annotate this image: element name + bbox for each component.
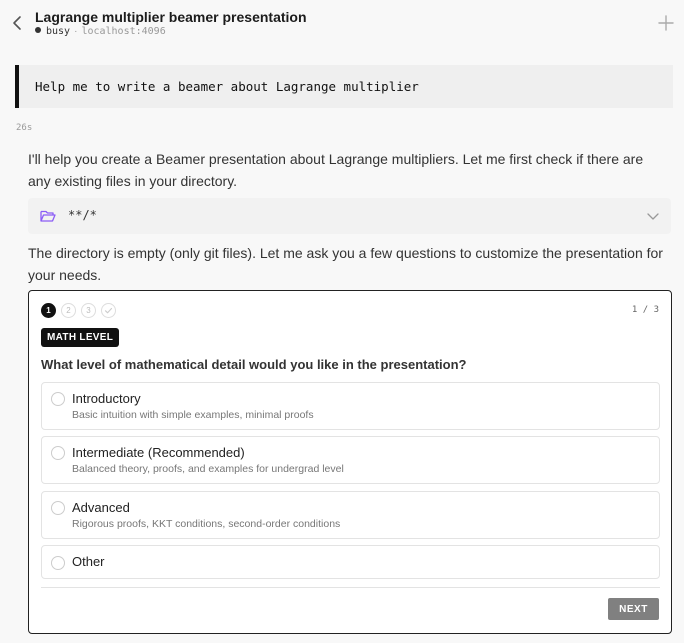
option-other[interactable]: Other <box>41 545 660 579</box>
radio-button[interactable] <box>51 501 65 515</box>
radio-button[interactable] <box>51 392 65 406</box>
radio-button[interactable] <box>51 446 65 460</box>
option-label: Intermediate (Recommended) <box>72 445 245 460</box>
host-label: localhost:4096 <box>81 26 166 37</box>
next-button[interactable]: NEXT <box>608 598 659 620</box>
option-label: Other <box>72 554 105 569</box>
status-text: busy <box>46 26 71 37</box>
assistant-message: I'll help you create a Beamer presentati… <box>28 151 644 189</box>
check-icon <box>104 307 113 314</box>
option-advanced[interactable]: Advanced Rigorous proofs, KKT conditions… <box>41 491 660 539</box>
glob-tool-call[interactable]: **/* <box>28 198 671 234</box>
session-status: busy · localhost:4096 <box>35 26 166 37</box>
user-prompt-text: Help me to write a beamer about Lagrange… <box>35 79 419 94</box>
chevron-down-icon[interactable] <box>647 210 659 222</box>
radio-button[interactable] <box>51 556 65 570</box>
question-card: 1 2 3 1 / 3 MATH LEVEL What level of mat… <box>28 290 672 634</box>
plus-icon[interactable] <box>658 15 674 31</box>
option-description: Rigorous proofs, KKT conditions, second-… <box>72 518 341 530</box>
option-introductory[interactable]: Introductory Basic intuition with simple… <box>41 382 660 430</box>
question-counter: 1 / 3 <box>631 305 659 315</box>
option-label: Introductory <box>72 391 141 406</box>
folder-open-icon <box>40 210 56 222</box>
status-separator: · <box>74 26 78 37</box>
step-indicator-3[interactable]: 3 <box>81 303 96 318</box>
question-category-badge: MATH LEVEL <box>41 328 120 347</box>
header: Lagrange multiplier beamer presentation … <box>0 0 684 48</box>
user-prompt: Help me to write a beamer about Lagrange… <box>15 65 673 108</box>
card-divider <box>41 587 660 588</box>
glob-pattern: **/* <box>68 208 97 222</box>
question-text: What level of mathematical detail would … <box>41 357 467 372</box>
option-label: Advanced <box>72 500 130 515</box>
option-intermediate[interactable]: Intermediate (Recommended) Balanced theo… <box>41 436 660 484</box>
step-indicator-1[interactable]: 1 <box>41 303 56 318</box>
assistant-message: The directory is empty (only git files).… <box>28 245 663 283</box>
option-description: Basic intuition with simple examples, mi… <box>72 409 314 421</box>
chevron-left-icon[interactable] <box>10 14 26 32</box>
session-title: Lagrange multiplier beamer presentation <box>35 9 307 25</box>
option-description: Balanced theory, proofs, and examples fo… <box>72 463 344 475</box>
step-indicator-2[interactable]: 2 <box>61 303 76 318</box>
elapsed-time: 26s <box>16 123 33 133</box>
step-indicator-confirm[interactable] <box>101 303 116 318</box>
status-dot-icon <box>35 27 41 33</box>
